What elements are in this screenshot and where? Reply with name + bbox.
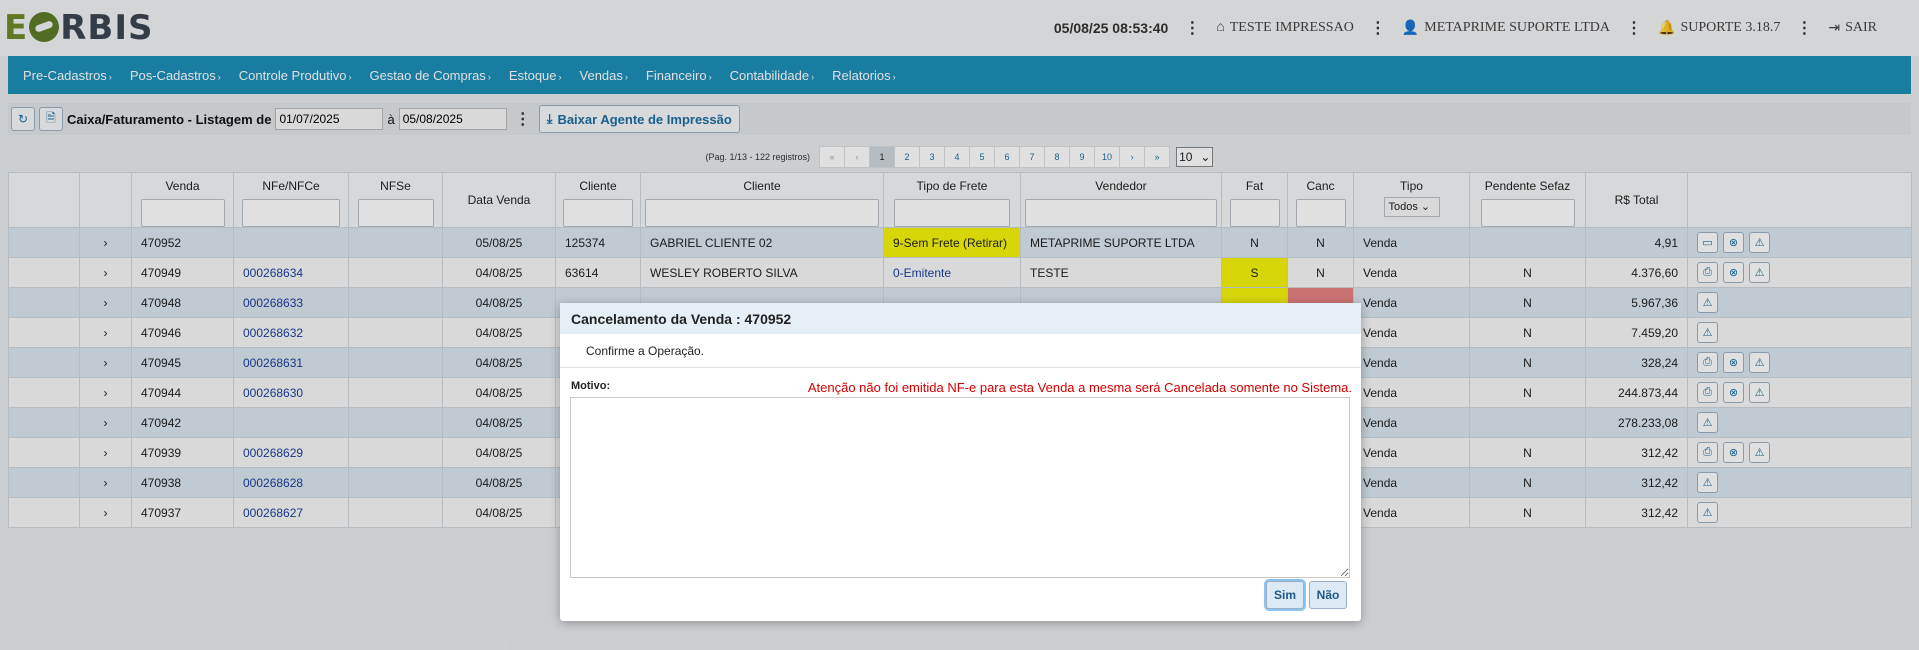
dialog-buttons: Sim Não bbox=[1266, 581, 1347, 609]
dialog-title: Cancelamento da Venda : 470952 bbox=[560, 303, 1361, 334]
yes-button[interactable]: Sim bbox=[1266, 581, 1304, 609]
dialog-confirm-text: Confirme a Operação. bbox=[560, 334, 1361, 368]
cancel-sale-dialog: Cancelamento da Venda : 470952 Confirme … bbox=[560, 303, 1361, 621]
no-button[interactable]: Não bbox=[1309, 581, 1347, 609]
warning-message: Atenção não foi emitida NF-e para esta V… bbox=[807, 380, 1352, 395]
motivo-textarea[interactable] bbox=[570, 397, 1350, 578]
motivo-label: Motivo: bbox=[571, 380, 611, 392]
